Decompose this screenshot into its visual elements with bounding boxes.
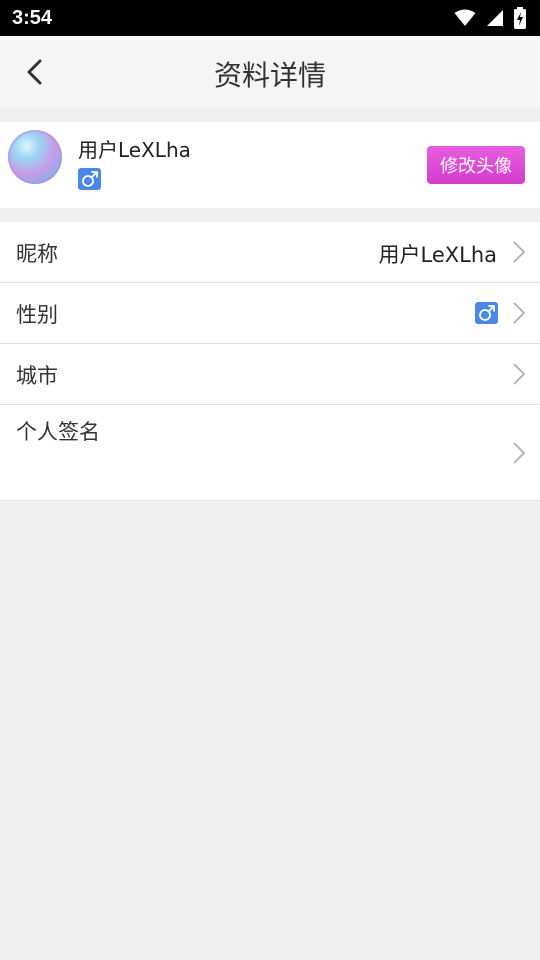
signature-label: 个人签名: [16, 420, 100, 444]
male-gender-icon: [78, 168, 101, 190]
wifi-icon: [454, 9, 476, 26]
page-title: 资料详情: [213, 59, 326, 92]
signature-row[interactable]: 个人签名: [0, 405, 540, 501]
gender-row[interactable]: 性别: [0, 283, 540, 344]
battery-charging-icon: [514, 7, 526, 29]
male-gender-icon: [475, 302, 498, 324]
profile-card: 用户LeXLha 修改头像: [0, 122, 540, 208]
status-icons: [454, 7, 526, 29]
chevron-right-icon: [513, 302, 526, 324]
profile-name: 用户LeXLha: [78, 138, 191, 162]
change-avatar-button[interactable]: 修改头像: [427, 146, 525, 184]
city-row[interactable]: 城市: [0, 344, 540, 405]
status-bar: 3:54: [0, 0, 540, 36]
signal-icon: [487, 10, 503, 26]
gender-label: 性别: [16, 303, 58, 327]
nickname-row[interactable]: 昵称 用户LeXLha: [0, 222, 540, 283]
nickname-label: 昵称: [16, 242, 58, 266]
chevron-right-icon: [513, 241, 526, 263]
chevron-right-icon: [513, 363, 526, 385]
city-label: 城市: [16, 364, 58, 388]
profile-fields-list: 昵称 用户LeXLha 性别 城市 个人签名: [0, 222, 540, 501]
status-time: 3:54: [12, 6, 53, 29]
chevron-right-icon: [513, 442, 526, 464]
avatar[interactable]: [8, 130, 62, 184]
nickname-value: 用户LeXLha: [378, 243, 497, 267]
header-bar: 资料详情: [0, 36, 540, 108]
